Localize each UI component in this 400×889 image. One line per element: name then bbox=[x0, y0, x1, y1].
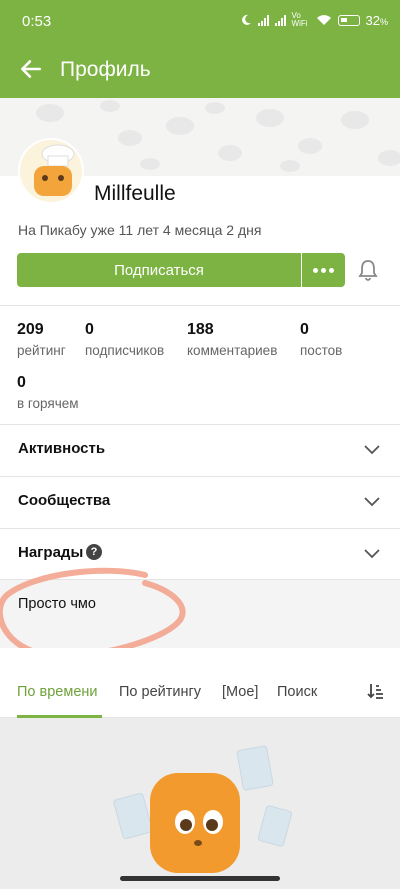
spacer bbox=[0, 648, 400, 662]
stat-value: 188 bbox=[187, 321, 214, 338]
stat-posts[interactable]: 0 постов bbox=[300, 321, 342, 358]
username: Millfeulle bbox=[94, 182, 176, 205]
section-label: Награды bbox=[18, 544, 84, 561]
stat-value: 0 bbox=[85, 321, 94, 338]
chevron-down-icon bbox=[364, 497, 380, 507]
subscribe-button[interactable]: Подписаться bbox=[17, 253, 301, 287]
stat-hot[interactable]: 0 в горячем bbox=[17, 374, 79, 411]
stat-value: 0 bbox=[300, 321, 309, 338]
avatar[interactable] bbox=[18, 138, 84, 204]
page-title: Профиль bbox=[60, 58, 151, 81]
stat-value: 0 bbox=[17, 374, 26, 391]
moon-icon bbox=[241, 14, 251, 25]
sort-icon[interactable] bbox=[366, 682, 384, 700]
status-bar: 0:53 Vo WiFi 32% bbox=[0, 0, 400, 42]
stat-label: подписчиков bbox=[85, 343, 165, 358]
subscribe-label: Подписаться bbox=[114, 261, 204, 279]
divider bbox=[0, 305, 400, 306]
tab-by-rating[interactable]: По рейтингу bbox=[119, 684, 201, 700]
more-button[interactable] bbox=[302, 253, 345, 287]
avatar-image bbox=[34, 144, 75, 196]
vowifi-label: Vo WiFi bbox=[291, 11, 308, 28]
stat-comments[interactable]: 188 комментариев bbox=[187, 321, 277, 358]
home-indicator[interactable] bbox=[120, 876, 280, 881]
battery-level: 32% bbox=[365, 12, 388, 28]
member-since: На Пикабу уже 11 лет 4 месяца 2 дня bbox=[18, 222, 262, 238]
dot bbox=[313, 267, 318, 273]
chevron-down-icon bbox=[364, 549, 380, 559]
empty-state bbox=[0, 718, 400, 889]
arrow-left-icon[interactable] bbox=[18, 56, 44, 82]
wifi-icon bbox=[316, 15, 331, 25]
dot bbox=[329, 267, 334, 273]
stat-subscribers[interactable]: 0 подписчиков bbox=[85, 321, 164, 358]
dot bbox=[321, 267, 326, 273]
feed-tabs: По времени По рейтингу [Мое] Поиск bbox=[0, 662, 400, 718]
note-text: Просто чмо bbox=[18, 596, 96, 612]
empty-illustration bbox=[113, 745, 293, 873]
section-activity[interactable]: Активность bbox=[0, 424, 400, 476]
section-label: Активность bbox=[18, 440, 106, 457]
stat-value: 209 bbox=[17, 321, 44, 338]
stat-label: в горячем bbox=[17, 396, 79, 411]
help-icon[interactable]: ? bbox=[86, 544, 102, 560]
section-awards[interactable]: Награды ? bbox=[0, 528, 400, 580]
section-communities[interactable]: Сообщества bbox=[0, 476, 400, 528]
profile-note: Просто чмо bbox=[0, 580, 400, 648]
tab-search[interactable]: Поиск bbox=[277, 684, 317, 700]
app-bar: Профиль bbox=[0, 42, 400, 98]
status-time: 0:53 bbox=[22, 13, 52, 30]
stat-label: комментариев bbox=[187, 343, 278, 358]
battery-icon bbox=[337, 14, 360, 26]
tab-by-time[interactable]: По времени bbox=[17, 684, 98, 700]
signal-icon-2 bbox=[274, 14, 286, 26]
signal-icon bbox=[257, 14, 269, 26]
tab-mine[interactable]: [Мое] bbox=[222, 684, 258, 700]
stat-label: постов bbox=[300, 343, 343, 358]
status-icons: Vo WiFi 32% bbox=[240, 12, 388, 28]
stat-label: рейтинг bbox=[17, 343, 66, 358]
section-label: Сообщества bbox=[18, 492, 111, 509]
bell-icon[interactable] bbox=[358, 259, 378, 281]
stat-rating[interactable]: 209 рейтинг bbox=[17, 321, 66, 358]
chevron-down-icon bbox=[364, 445, 380, 455]
